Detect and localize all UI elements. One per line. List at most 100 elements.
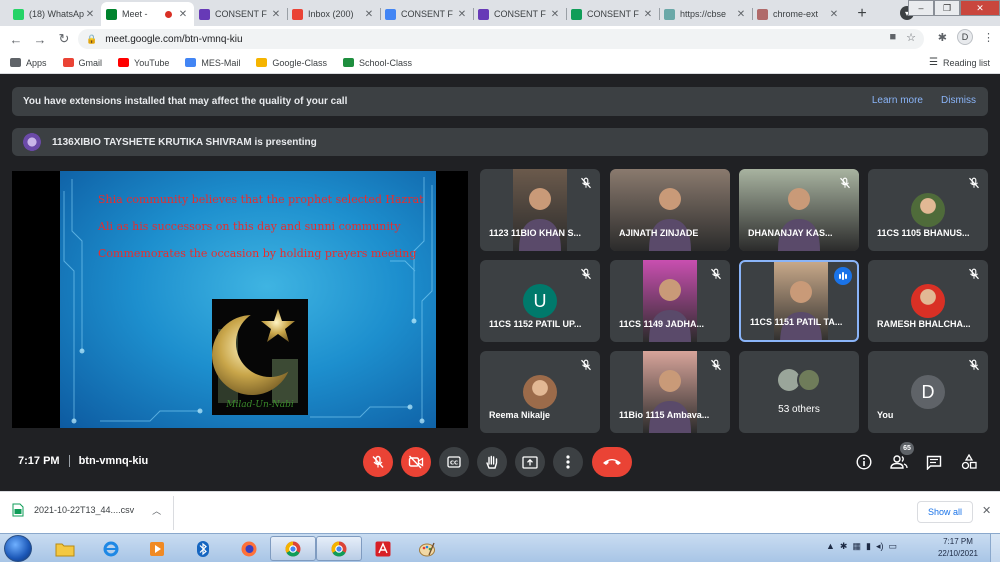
browser-tab[interactable]: Inbox (200) ✕ [287, 2, 380, 26]
tray-bluetooth-icon[interactable]: ✱ [840, 541, 848, 552]
browser-tab[interactable]: CONSENT F ✕ [194, 2, 287, 26]
browser-tab[interactable]: (18) WhatsApp ✕ [8, 2, 101, 26]
bookmark-item[interactable]: YouTube [118, 58, 169, 68]
participant-video [513, 169, 567, 251]
browser-tab[interactable]: Meet - ✕ [101, 2, 194, 26]
bookmark-item[interactable]: Gmail [62, 58, 102, 68]
participant-tile[interactable]: D You [868, 351, 988, 433]
tray-speaker-icon[interactable]: ◂) [876, 541, 884, 552]
participant-video [643, 351, 697, 433]
docs-icon [385, 8, 396, 20]
presenter-avatar [23, 133, 41, 151]
participant-tile[interactable]: U 11CS 1152 PATIL UP... [480, 260, 600, 342]
participant-tile[interactable]: AJINATH ZINJADE [610, 169, 730, 251]
forward-button[interactable]: → [28, 27, 52, 51]
participant-initial-avatar: U [523, 284, 557, 318]
participant-tile[interactable]: 11CS 1151 PATIL TA... [739, 260, 859, 342]
tray-signal-icon[interactable]: ▮ [866, 541, 871, 552]
taskbar-bluetooth[interactable] [180, 536, 226, 561]
extension-warning-banner: You have extensions installed that may a… [12, 87, 988, 116]
chat-button[interactable] [924, 452, 944, 472]
browser-tab[interactable]: CONSENT F ✕ [473, 2, 566, 26]
bookmark-item[interactable]: School-Class [342, 58, 412, 68]
muted-microphone-icon [580, 267, 592, 280]
more-options-button[interactable] [553, 447, 583, 477]
menu-icon[interactable]: ⋮ [983, 31, 994, 44]
close-tab-icon[interactable]: ✕ [828, 9, 840, 20]
participant-tile[interactable]: 11Bio 1115 Ambava... [610, 351, 730, 433]
participant-tile[interactable]: DHANANJAY KAS... [739, 169, 859, 251]
participant-tile[interactable]: Reema Nikalje [480, 351, 600, 433]
tray-expand-icon[interactable]: ▲ [826, 541, 835, 552]
close-download-bar-icon[interactable]: ✕ [982, 504, 991, 517]
learn-more-link[interactable]: Learn more [872, 95, 923, 106]
taskbar-acrobat-reader[interactable] [360, 536, 406, 561]
maximize-button[interactable]: ❐ [934, 0, 960, 16]
tray-battery-icon[interactable]: ▭ [888, 541, 897, 552]
reading-list-label: Reading list [942, 57, 990, 68]
start-button[interactable] [4, 535, 32, 562]
camera-off-button[interactable] [401, 447, 431, 477]
taskbar-chrome-window-2[interactable] [316, 536, 362, 561]
address-bar[interactable]: 🔒 meet.google.com/btn-vmnq-kiu ■ ☆ [78, 29, 924, 49]
close-tab-icon[interactable]: ✕ [456, 9, 468, 20]
participant-tile[interactable]: 1123 11BIO KHAN S... [480, 169, 600, 251]
microphone-off-button[interactable] [363, 447, 393, 477]
close-tab-icon[interactable]: ✕ [735, 9, 747, 20]
present-screen-button[interactable] [515, 447, 545, 477]
bookmarks-bar: Apps Gmail YouTube MES-Mail Google-Class Scho… [0, 52, 1000, 74]
browser-tab[interactable]: https://cbse ✕ [659, 2, 752, 26]
firefox-icon [241, 541, 257, 556]
back-button[interactable]: ← [4, 27, 28, 51]
other-participants-tile[interactable]: 53 others [739, 351, 859, 433]
taskbar-media-player[interactable] [134, 536, 180, 561]
speaking-indicator-icon [834, 267, 852, 285]
participant-tile[interactable]: 11CS 1105 BHANUS... [868, 169, 988, 251]
minimize-button[interactable]: – [908, 0, 934, 16]
bookmark-item[interactable]: Google-Class [256, 58, 327, 68]
chrome-icon [285, 541, 301, 556]
close-tab-icon[interactable]: ✕ [549, 9, 561, 20]
presentation-screen[interactable]: Shia community believes that the prophet… [12, 171, 468, 428]
tray-network-icon[interactable]: ▦ [852, 541, 861, 552]
participants-button[interactable] [889, 452, 909, 472]
bookmark-star-icon[interactable]: ☆ [906, 31, 916, 44]
close-tab-icon[interactable]: ✕ [363, 9, 375, 20]
chevron-up-icon[interactable]: ︿ [152, 504, 161, 517]
dismiss-button[interactable]: Dismiss [941, 95, 976, 106]
close-tab-icon[interactable]: ✕ [84, 9, 96, 20]
participant-tile[interactable]: RAMESH BHALCHA... [868, 260, 988, 342]
participant-tile[interactable]: 11CS 1149 JADHA... [610, 260, 730, 342]
taskbar-clock[interactable]: 7:17 PM 22/10/2021 [932, 536, 984, 560]
taskbar-paint[interactable] [404, 536, 450, 561]
reload-button[interactable]: ↻ [52, 27, 76, 51]
extensions-icon[interactable]: ✱ [938, 31, 947, 44]
taskbar-firefox[interactable] [226, 536, 272, 561]
new-tab-button[interactable]: + [851, 3, 873, 25]
show-all-downloads-button[interactable]: Show all [917, 501, 973, 523]
meeting-details-button[interactable] [854, 452, 874, 472]
bookmark-item[interactable]: Apps [10, 58, 47, 68]
raise-hand-button[interactable] [477, 447, 507, 477]
taskbar-file-explorer[interactable] [42, 536, 88, 561]
close-tab-icon[interactable]: ✕ [270, 9, 282, 20]
camera-in-use-icon[interactable]: ■ [889, 31, 896, 44]
reading-list-button[interactable]: ☰ Reading list [929, 57, 990, 68]
profile-avatar[interactable]: D [957, 29, 973, 45]
activities-button[interactable] [959, 452, 979, 472]
leave-call-button[interactable] [592, 447, 632, 477]
browser-tab[interactable]: CONSENT F ✕ [380, 2, 473, 26]
presenting-text: 1136XIBIO TAYSHETE KRUTIKA SHIVRAM is pr… [52, 136, 317, 148]
close-window-button[interactable]: ✕ [960, 0, 1000, 16]
taskbar-chrome-window-1[interactable] [270, 536, 316, 561]
taskbar-internet-explorer[interactable] [88, 536, 134, 561]
browser-tab[interactable]: chrome-ext ✕ [752, 2, 845, 26]
participant-name: 11CS 1152 PATIL UP... [489, 319, 582, 329]
captions-button[interactable]: CC [439, 447, 469, 477]
browser-tab[interactable]: CONSENT F ✕ [566, 2, 659, 26]
bookmark-item[interactable]: MES-Mail [185, 58, 240, 68]
close-tab-icon[interactable]: ✕ [177, 9, 189, 20]
show-desktop-button[interactable] [990, 534, 1000, 562]
close-tab-icon[interactable]: ✕ [642, 9, 654, 20]
download-item[interactable]: 2021-10-22T13_44....csv ︿ [12, 503, 161, 517]
